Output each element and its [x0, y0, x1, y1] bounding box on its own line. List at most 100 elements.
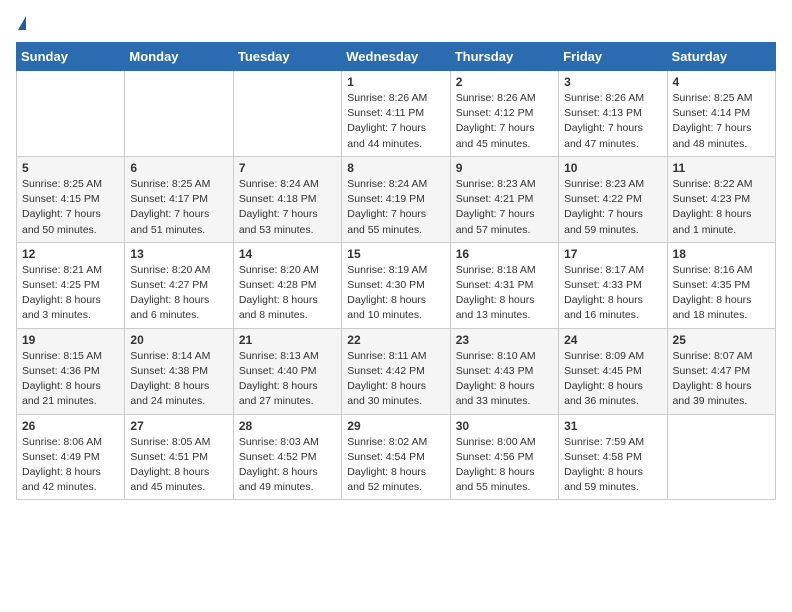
- daylight-text: Daylight: 8 hours and 45 minutes.: [130, 466, 209, 493]
- day-number: 23: [456, 333, 553, 347]
- calendar-table: SundayMondayTuesdayWednesdayThursdayFrid…: [16, 42, 776, 500]
- sunrise-text: Sunrise: 8:20 AM: [239, 264, 319, 276]
- daylight-text: Daylight: 8 hours and 16 minutes.: [564, 294, 643, 321]
- day-info: Sunrise: 8:24 AM Sunset: 4:19 PM Dayligh…: [347, 177, 444, 238]
- day-info: Sunrise: 8:20 AM Sunset: 4:28 PM Dayligh…: [239, 263, 336, 324]
- day-info: Sunrise: 8:14 AM Sunset: 4:38 PM Dayligh…: [130, 349, 227, 410]
- day-number: 2: [456, 75, 553, 89]
- calendar-cell: [667, 414, 775, 500]
- calendar-week-row: 26 Sunrise: 8:06 AM Sunset: 4:49 PM Dayl…: [17, 414, 776, 500]
- calendar-cell: [125, 71, 233, 157]
- day-info: Sunrise: 8:17 AM Sunset: 4:33 PM Dayligh…: [564, 263, 661, 324]
- calendar-cell: 3 Sunrise: 8:26 AM Sunset: 4:13 PM Dayli…: [559, 71, 667, 157]
- calendar-cell: 9 Sunrise: 8:23 AM Sunset: 4:21 PM Dayli…: [450, 156, 558, 242]
- daylight-text: Daylight: 7 hours and 57 minutes.: [456, 208, 535, 235]
- calendar-week-row: 12 Sunrise: 8:21 AM Sunset: 4:25 PM Dayl…: [17, 242, 776, 328]
- calendar-cell: 13 Sunrise: 8:20 AM Sunset: 4:27 PM Dayl…: [125, 242, 233, 328]
- calendar-cell: 26 Sunrise: 8:06 AM Sunset: 4:49 PM Dayl…: [17, 414, 125, 500]
- day-info: Sunrise: 8:20 AM Sunset: 4:27 PM Dayligh…: [130, 263, 227, 324]
- sunrise-text: Sunrise: 8:13 AM: [239, 350, 319, 362]
- calendar-cell: 21 Sunrise: 8:13 AM Sunset: 4:40 PM Dayl…: [233, 328, 341, 414]
- daylight-text: Daylight: 7 hours and 53 minutes.: [239, 208, 318, 235]
- daylight-text: Daylight: 8 hours and 52 minutes.: [347, 466, 426, 493]
- column-header-friday: Friday: [559, 43, 667, 71]
- calendar-cell: 28 Sunrise: 8:03 AM Sunset: 4:52 PM Dayl…: [233, 414, 341, 500]
- day-number: 29: [347, 419, 444, 433]
- day-info: Sunrise: 8:03 AM Sunset: 4:52 PM Dayligh…: [239, 435, 336, 496]
- sunset-text: Sunset: 4:45 PM: [564, 365, 642, 377]
- day-number: 14: [239, 247, 336, 261]
- sunrise-text: Sunrise: 8:10 AM: [456, 350, 536, 362]
- sunset-text: Sunset: 4:23 PM: [673, 193, 751, 205]
- day-number: 11: [673, 161, 770, 175]
- sunset-text: Sunset: 4:33 PM: [564, 279, 642, 291]
- day-number: 3: [564, 75, 661, 89]
- sunrise-text: Sunrise: 8:02 AM: [347, 436, 427, 448]
- sunrise-text: Sunrise: 8:25 AM: [130, 178, 210, 190]
- day-number: 17: [564, 247, 661, 261]
- day-number: 4: [673, 75, 770, 89]
- daylight-text: Daylight: 7 hours and 44 minutes.: [347, 122, 426, 149]
- sunset-text: Sunset: 4:40 PM: [239, 365, 317, 377]
- sunset-text: Sunset: 4:51 PM: [130, 451, 208, 463]
- logo-triangle-icon: [18, 16, 26, 30]
- daylight-text: Daylight: 8 hours and 13 minutes.: [456, 294, 535, 321]
- day-number: 22: [347, 333, 444, 347]
- column-header-saturday: Saturday: [667, 43, 775, 71]
- calendar-cell: 20 Sunrise: 8:14 AM Sunset: 4:38 PM Dayl…: [125, 328, 233, 414]
- page-header: [16, 16, 776, 32]
- daylight-text: Daylight: 8 hours and 49 minutes.: [239, 466, 318, 493]
- sunset-text: Sunset: 4:12 PM: [456, 107, 534, 119]
- column-header-sunday: Sunday: [17, 43, 125, 71]
- sunset-text: Sunset: 4:49 PM: [22, 451, 100, 463]
- sunset-text: Sunset: 4:15 PM: [22, 193, 100, 205]
- day-info: Sunrise: 7:59 AM Sunset: 4:58 PM Dayligh…: [564, 435, 661, 496]
- calendar-week-row: 19 Sunrise: 8:15 AM Sunset: 4:36 PM Dayl…: [17, 328, 776, 414]
- day-number: 7: [239, 161, 336, 175]
- sunset-text: Sunset: 4:30 PM: [347, 279, 425, 291]
- day-info: Sunrise: 8:15 AM Sunset: 4:36 PM Dayligh…: [22, 349, 119, 410]
- calendar-cell: 30 Sunrise: 8:00 AM Sunset: 4:56 PM Dayl…: [450, 414, 558, 500]
- calendar-cell: 14 Sunrise: 8:20 AM Sunset: 4:28 PM Dayl…: [233, 242, 341, 328]
- column-header-monday: Monday: [125, 43, 233, 71]
- day-number: 6: [130, 161, 227, 175]
- calendar-cell: 1 Sunrise: 8:26 AM Sunset: 4:11 PM Dayli…: [342, 71, 450, 157]
- daylight-text: Daylight: 7 hours and 45 minutes.: [456, 122, 535, 149]
- day-number: 31: [564, 419, 661, 433]
- day-info: Sunrise: 8:13 AM Sunset: 4:40 PM Dayligh…: [239, 349, 336, 410]
- calendar-cell: 15 Sunrise: 8:19 AM Sunset: 4:30 PM Dayl…: [342, 242, 450, 328]
- calendar-cell: 31 Sunrise: 7:59 AM Sunset: 4:58 PM Dayl…: [559, 414, 667, 500]
- sunset-text: Sunset: 4:19 PM: [347, 193, 425, 205]
- day-info: Sunrise: 8:05 AM Sunset: 4:51 PM Dayligh…: [130, 435, 227, 496]
- sunrise-text: Sunrise: 8:09 AM: [564, 350, 644, 362]
- sunrise-text: Sunrise: 8:22 AM: [673, 178, 753, 190]
- daylight-text: Daylight: 7 hours and 47 minutes.: [564, 122, 643, 149]
- calendar-cell: 12 Sunrise: 8:21 AM Sunset: 4:25 PM Dayl…: [17, 242, 125, 328]
- daylight-text: Daylight: 7 hours and 59 minutes.: [564, 208, 643, 235]
- day-info: Sunrise: 8:06 AM Sunset: 4:49 PM Dayligh…: [22, 435, 119, 496]
- day-info: Sunrise: 8:21 AM Sunset: 4:25 PM Dayligh…: [22, 263, 119, 324]
- day-number: 13: [130, 247, 227, 261]
- day-info: Sunrise: 8:26 AM Sunset: 4:11 PM Dayligh…: [347, 91, 444, 152]
- calendar-cell: 4 Sunrise: 8:25 AM Sunset: 4:14 PM Dayli…: [667, 71, 775, 157]
- sunrise-text: Sunrise: 8:23 AM: [564, 178, 644, 190]
- day-number: 27: [130, 419, 227, 433]
- column-header-tuesday: Tuesday: [233, 43, 341, 71]
- sunrise-text: Sunrise: 8:25 AM: [673, 92, 753, 104]
- calendar-cell: 24 Sunrise: 8:09 AM Sunset: 4:45 PM Dayl…: [559, 328, 667, 414]
- sunrise-text: Sunrise: 8:21 AM: [22, 264, 102, 276]
- daylight-text: Daylight: 8 hours and 39 minutes.: [673, 380, 752, 407]
- day-info: Sunrise: 8:09 AM Sunset: 4:45 PM Dayligh…: [564, 349, 661, 410]
- sunset-text: Sunset: 4:17 PM: [130, 193, 208, 205]
- sunset-text: Sunset: 4:52 PM: [239, 451, 317, 463]
- sunset-text: Sunset: 4:58 PM: [564, 451, 642, 463]
- day-number: 5: [22, 161, 119, 175]
- calendar-cell: 10 Sunrise: 8:23 AM Sunset: 4:22 PM Dayl…: [559, 156, 667, 242]
- sunset-text: Sunset: 4:27 PM: [130, 279, 208, 291]
- sunrise-text: Sunrise: 8:26 AM: [347, 92, 427, 104]
- day-info: Sunrise: 8:07 AM Sunset: 4:47 PM Dayligh…: [673, 349, 770, 410]
- sunrise-text: Sunrise: 8:15 AM: [22, 350, 102, 362]
- sunrise-text: Sunrise: 8:24 AM: [347, 178, 427, 190]
- calendar-cell: 8 Sunrise: 8:24 AM Sunset: 4:19 PM Dayli…: [342, 156, 450, 242]
- sunset-text: Sunset: 4:35 PM: [673, 279, 751, 291]
